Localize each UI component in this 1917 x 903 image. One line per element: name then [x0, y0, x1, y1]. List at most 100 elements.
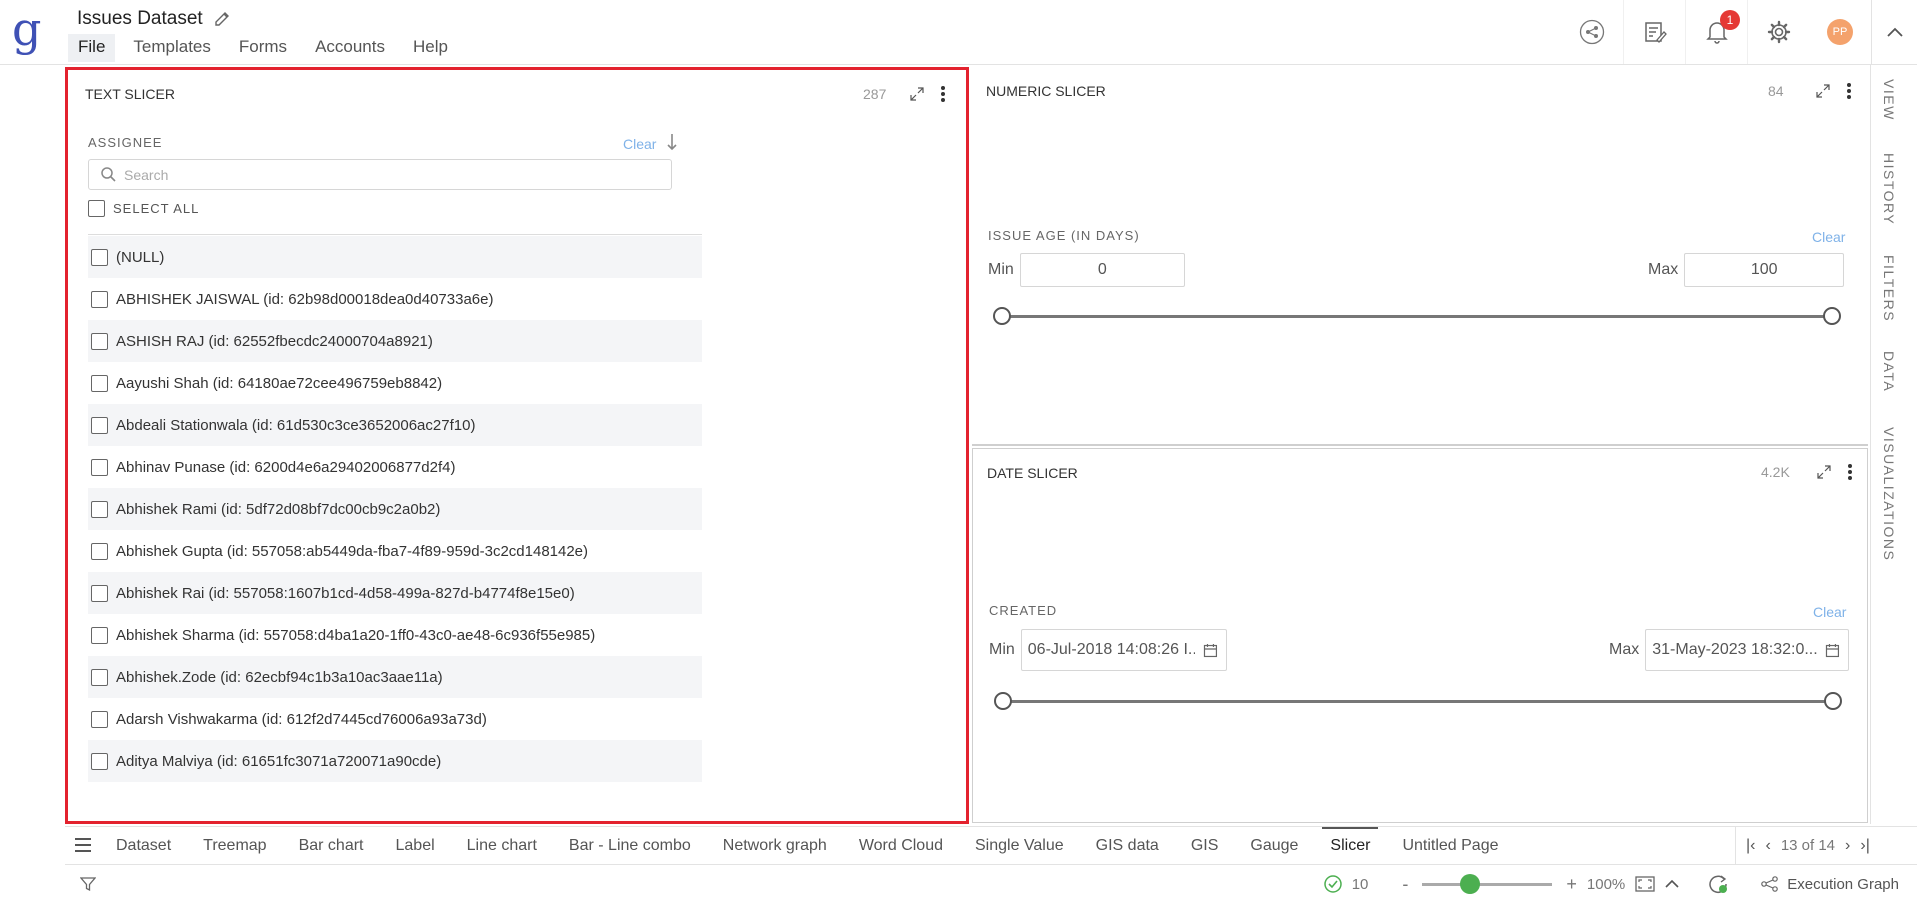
user-avatar-area[interactable]: PP: [1809, 0, 1871, 64]
rail-tab-data[interactable]: DATA: [1881, 351, 1897, 392]
text-slicer-panel[interactable]: TEXT SLICER 287 ASSIGNEE Clear SELECT AL…: [65, 67, 969, 824]
menu-forms[interactable]: Forms: [229, 34, 297, 62]
rail-tab-filters[interactable]: FILTERS: [1881, 255, 1897, 322]
expand-icon[interactable]: [1815, 83, 1831, 99]
tab-line-chart[interactable]: Line chart: [451, 827, 553, 864]
checkbox[interactable]: [91, 542, 108, 560]
tab-word-cloud[interactable]: Word Cloud: [843, 827, 959, 864]
list-item[interactable]: ASHISH RAJ (id: 62552fbecdc24000704a8921…: [88, 320, 702, 362]
checkbox[interactable]: [88, 200, 105, 217]
right-side-rail: VIEW HISTORY FILTERS DATA VISUALIZATIONS: [1870, 65, 1917, 824]
prev-page-icon[interactable]: ‹: [1765, 837, 1770, 855]
list-item[interactable]: Adarsh Vishwakarma (id: 612f2d7445cd7600…: [88, 698, 702, 740]
slider-max-handle[interactable]: [1823, 307, 1841, 325]
more-options-icon[interactable]: [1848, 464, 1852, 480]
max-date-input[interactable]: 31-May-2023 18:32:0...: [1645, 629, 1850, 671]
menu-hamburger-icon[interactable]: [75, 838, 91, 852]
share-icon[interactable]: [1561, 0, 1623, 64]
menu-templates[interactable]: Templates: [123, 34, 220, 62]
min-input[interactable]: 0: [1019, 253, 1185, 287]
select-all-checkbox[interactable]: SELECT ALL: [88, 200, 199, 217]
row-count: 4.2K: [1761, 464, 1790, 480]
clear-link[interactable]: Clear: [1812, 229, 1845, 245]
search-field[interactable]: [88, 159, 672, 190]
list-item[interactable]: Abdeali Stationwala (id: 61d530c3ce36520…: [88, 404, 702, 446]
checkbox[interactable]: [91, 584, 108, 602]
tab-treemap[interactable]: Treemap: [187, 827, 282, 864]
checkbox[interactable]: [91, 248, 108, 266]
tab-gis-data[interactable]: GIS data: [1080, 827, 1175, 864]
list-item[interactable]: Aditya Malviya (id: 61651fc3071a720071a9…: [88, 740, 702, 782]
clear-link[interactable]: Clear: [1813, 604, 1846, 620]
list-item[interactable]: Abhishek Rai (id: 557058:1607b1cd-4d58-4…: [88, 572, 702, 614]
tab-slicer[interactable]: Slicer: [1314, 827, 1386, 864]
search-input[interactable]: [124, 166, 644, 183]
list-item[interactable]: Abhishek Sharma (id: 557058:d4ba1a20-1ff…: [88, 614, 702, 656]
tab-dataset[interactable]: Dataset: [100, 827, 187, 864]
menu-file[interactable]: File: [68, 34, 116, 62]
tab-single-value[interactable]: Single Value: [959, 827, 1080, 864]
first-page-icon[interactable]: |‹: [1746, 837, 1755, 855]
slider-max-handle[interactable]: [1824, 692, 1842, 710]
slider-min-handle[interactable]: [994, 692, 1012, 710]
tab-bar-line-combo[interactable]: Bar - Line combo: [553, 827, 707, 864]
tab-label[interactable]: Label: [380, 827, 451, 864]
clear-link[interactable]: Clear: [623, 136, 656, 152]
checkbox[interactable]: [91, 710, 108, 728]
checkbox[interactable]: [91, 626, 108, 644]
tab-bar-chart[interactable]: Bar chart: [283, 827, 380, 864]
more-options-icon[interactable]: [1847, 83, 1851, 99]
range-slider-track[interactable]: [1002, 315, 1828, 318]
filter-icon[interactable]: [79, 876, 97, 897]
checkbox[interactable]: [91, 752, 108, 770]
notifications-bell-icon[interactable]: 1: [1685, 0, 1747, 64]
tab-gauge[interactable]: Gauge: [1234, 827, 1314, 864]
sort-arrow-icon[interactable]: [666, 133, 678, 156]
list-item[interactable]: Abhishek Rami (id: 5df72d08bf7dc00cb9c2a…: [88, 488, 702, 530]
checkbox[interactable]: [91, 290, 108, 308]
zoom-out-button[interactable]: -: [1402, 874, 1408, 895]
checkbox[interactable]: [91, 500, 108, 518]
list-item[interactable]: ABHISHEK JAISWAL (id: 62b98d00018dea0d40…: [88, 278, 702, 320]
rail-tab-view[interactable]: VIEW: [1881, 79, 1897, 121]
slider-min-handle[interactable]: [993, 307, 1011, 325]
min-date-input[interactable]: 06-Jul-2018 14:08:26 I...: [1020, 629, 1227, 671]
collapse-header-button[interactable]: [1871, 0, 1917, 64]
range-slider-track[interactable]: [1003, 700, 1829, 703]
list-item[interactable]: Abhinav Punase (id: 6200d4e6a29402006877…: [88, 446, 702, 488]
status-controls: 10 - + 100% Execution Graph: [1323, 865, 1899, 903]
tab-network-graph[interactable]: Network graph: [707, 827, 843, 864]
rail-tab-visualizations[interactable]: VISUALIZATIONS: [1881, 427, 1897, 561]
menu-help[interactable]: Help: [403, 34, 458, 62]
more-options-icon[interactable]: [941, 86, 945, 102]
checkbox[interactable]: [91, 668, 108, 686]
app-logo[interactable]: g: [12, 4, 52, 60]
zoom-slider[interactable]: [1422, 873, 1553, 894]
next-page-icon[interactable]: ›: [1845, 837, 1850, 855]
checkbox[interactable]: [91, 332, 108, 350]
zoom-in-button[interactable]: +: [1566, 874, 1577, 895]
list-item[interactable]: Aayushi Shah (id: 64180ae72cee496759eb88…: [88, 362, 702, 404]
avatar[interactable]: PP: [1827, 19, 1853, 45]
max-input[interactable]: 100: [1684, 253, 1845, 287]
settings-gear-icon[interactable]: [1747, 0, 1809, 64]
menu-accounts[interactable]: Accounts: [305, 34, 395, 62]
tab-untitled-page[interactable]: Untitled Page: [1386, 827, 1514, 864]
list-item[interactable]: (NULL): [88, 236, 702, 278]
list-item[interactable]: Abhishek.Zode (id: 62ecbf94c1b3a10ac3aae…: [88, 656, 702, 698]
execution-graph-button[interactable]: Execution Graph: [1761, 876, 1899, 893]
edit-title-icon[interactable]: [213, 10, 231, 28]
checkbox[interactable]: [91, 458, 108, 476]
notes-icon[interactable]: [1623, 0, 1685, 64]
last-page-icon[interactable]: ›|: [1860, 837, 1869, 855]
numeric-slicer-panel[interactable]: NUMERIC SLICER 84 ISSUE AGE (IN DAYS) Cl…: [972, 67, 1868, 446]
rail-tab-history[interactable]: HISTORY: [1881, 153, 1897, 225]
zoom-slider-knob[interactable]: [1460, 873, 1481, 894]
date-slicer-panel[interactable]: DATE SLICER 4.2K CREATED Clear Min 06-Ju…: [972, 448, 1868, 823]
checkbox[interactable]: [91, 416, 108, 434]
checkbox[interactable]: [91, 374, 108, 392]
list-item[interactable]: Abhishek Gupta (id: 557058:ab5449da-fba7…: [88, 530, 702, 572]
expand-icon[interactable]: [909, 86, 925, 102]
tab-gis[interactable]: GIS: [1175, 827, 1235, 864]
expand-icon[interactable]: [1816, 464, 1832, 480]
